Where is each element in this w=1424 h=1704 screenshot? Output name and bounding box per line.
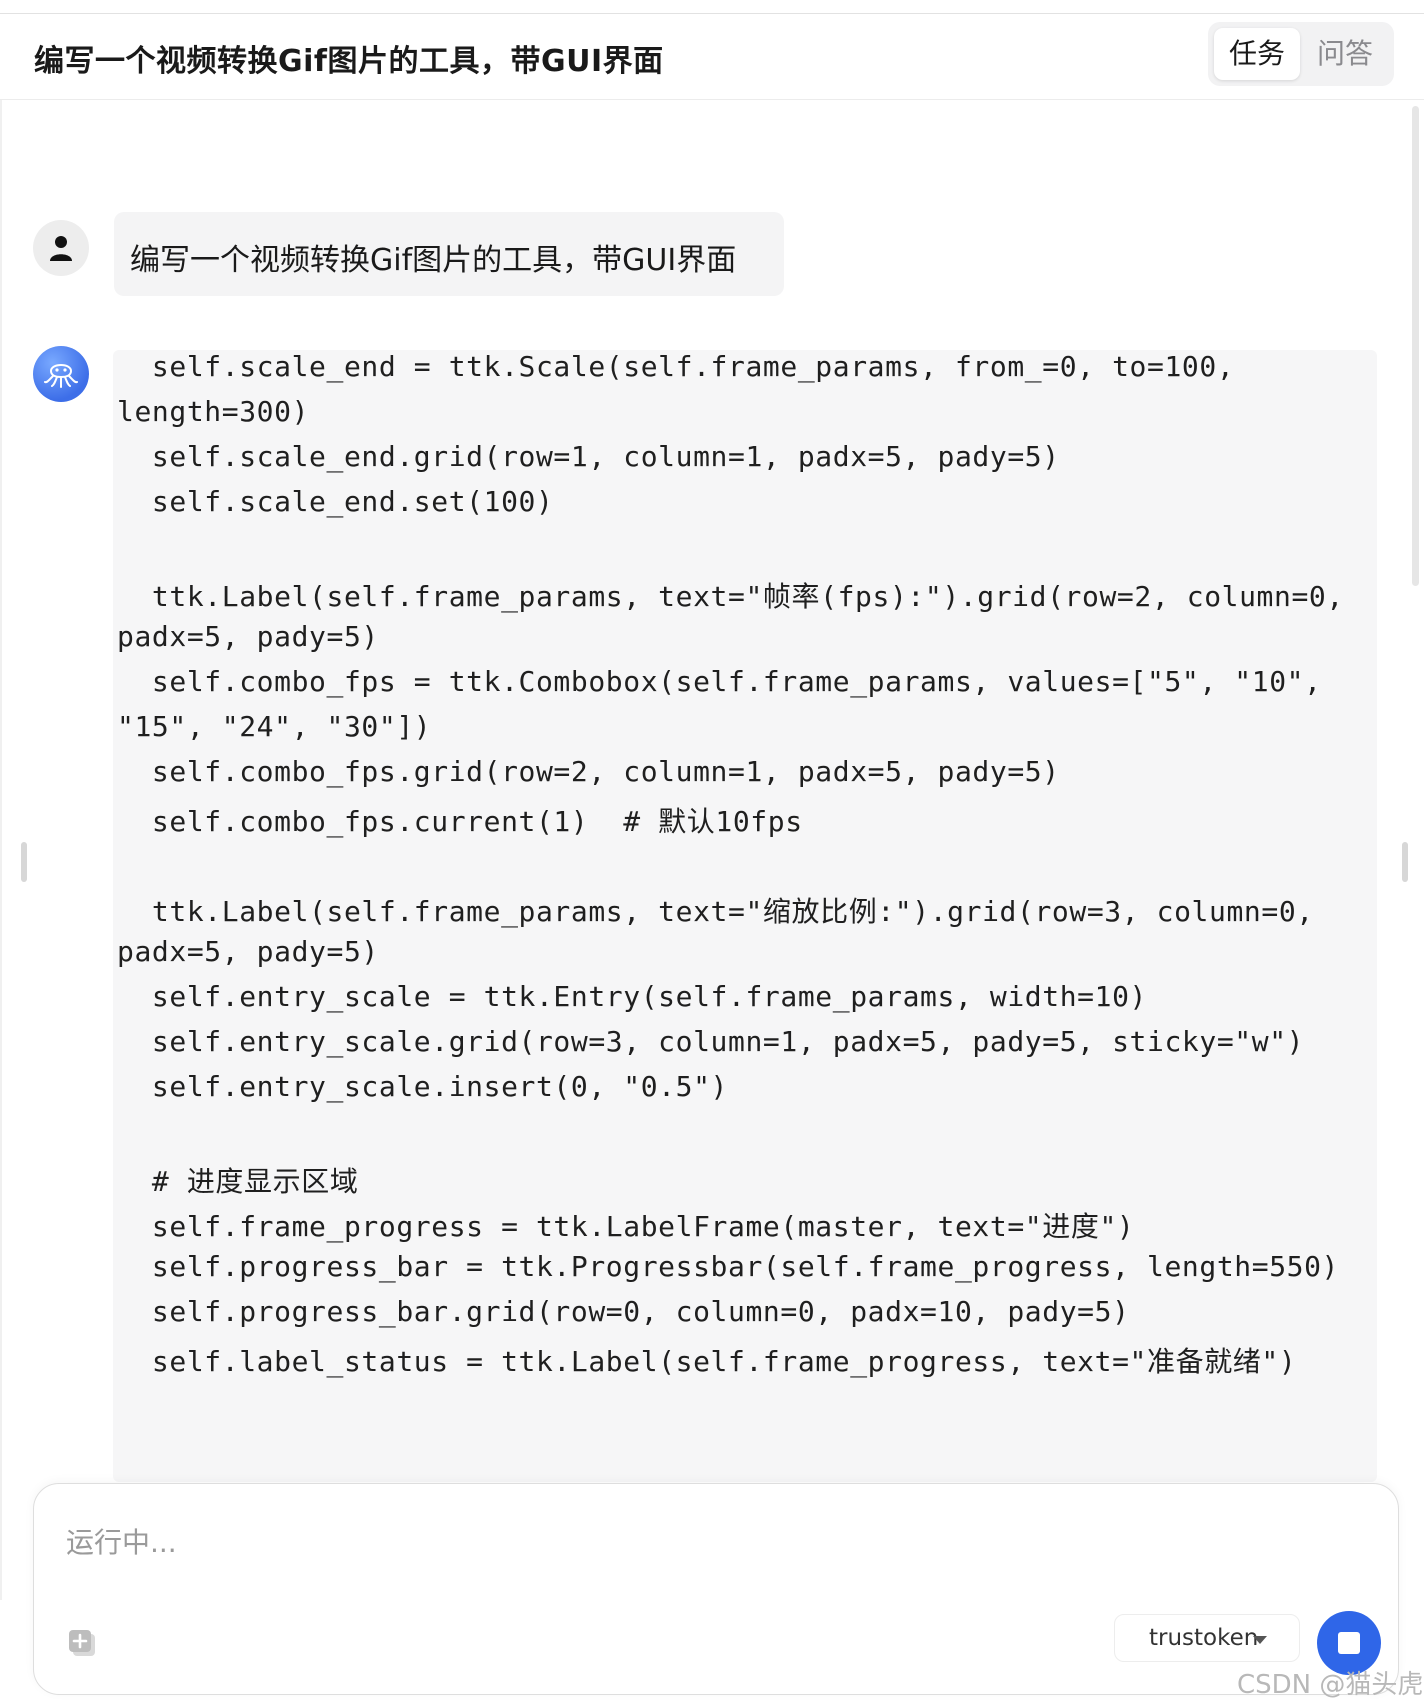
code-line: self.scale_end.set(100) xyxy=(117,485,554,518)
model-select-label: trustoken xyxy=(1149,1625,1259,1651)
code-line: self.label_status = ttk.Label(self.frame… xyxy=(117,1345,1297,1378)
octopus-icon xyxy=(44,364,78,388)
scrollbar[interactable] xyxy=(1412,106,1419,586)
code-line: self.progress_bar = ttk.Progressbar(self… xyxy=(117,1250,1340,1283)
code-line: length=300) xyxy=(117,395,310,428)
code-line: self.entry_scale = ttk.Entry(self.frame_… xyxy=(117,980,1147,1013)
assistant-avatar xyxy=(33,346,89,402)
right-resize-handle[interactable] xyxy=(1402,842,1408,882)
user-avatar xyxy=(33,220,89,276)
chat-header: 编写一个视频转换Gif图片的工具，带GUI界面 任务 问答 xyxy=(0,14,1424,100)
code-block: self.scale_end = ttk.Scale(self.frame_pa… xyxy=(113,350,1377,1482)
add-attachment-icon[interactable] xyxy=(68,1629,96,1657)
top-border xyxy=(0,0,1424,14)
caret-down-icon xyxy=(1253,1636,1267,1644)
code-line: self.frame_progress = ttk.LabelFrame(mas… xyxy=(117,1210,1135,1243)
watermark: CSDN @猫头虎 xyxy=(1237,1670,1424,1700)
code-line: self.combo_fps.current(1) # 默认10fps xyxy=(117,805,803,838)
code-line: self.entry_scale.grid(row=3, column=1, p… xyxy=(117,1025,1305,1058)
user-message-text: 编写一个视频转换Gif图片的工具，带GUI界面 xyxy=(130,243,737,278)
code-line: ttk.Label(self.frame_params, text="帧率(fp… xyxy=(117,580,1344,613)
code-line: self.combo_fps = ttk.Combobox(self.frame… xyxy=(117,665,1322,698)
left-divider xyxy=(0,100,2,1600)
code-line: # 进度显示区域 xyxy=(117,1165,359,1198)
code-line: self.combo_fps.grid(row=2, column=1, pad… xyxy=(117,755,1060,788)
code-line: ttk.Label(self.frame_params, text="缩放比例:… xyxy=(117,895,1314,928)
code-line: padx=5, pady=5) xyxy=(117,620,379,653)
conversation-title: 编写一个视频转换Gif图片的工具，带GUI界面 xyxy=(34,44,664,79)
tab-qa[interactable]: 问答 xyxy=(1302,28,1388,80)
stop-icon xyxy=(1338,1632,1360,1654)
code-line: self.scale_end.grid(row=1, column=1, pad… xyxy=(117,440,1060,473)
code-line: self.progress_bar.grid(row=0, column=0, … xyxy=(117,1295,1130,1328)
message-input[interactable] xyxy=(66,1520,1166,1564)
message-composer: trustoken xyxy=(33,1483,1399,1695)
user-icon xyxy=(50,236,72,261)
code-line: self.entry_scale.insert(0, "0.5") xyxy=(117,1070,729,1103)
tab-task[interactable]: 任务 xyxy=(1214,28,1300,80)
mode-toggle: 任务 问答 xyxy=(1208,22,1394,86)
model-select[interactable]: trustoken xyxy=(1114,1614,1300,1662)
code-line: padx=5, pady=5) xyxy=(117,935,379,968)
code-line: self.scale_end = ttk.Scale(self.frame_pa… xyxy=(117,350,1235,383)
code-line: "15", "24", "30"]) xyxy=(117,710,432,743)
left-resize-handle[interactable] xyxy=(21,842,27,882)
user-message-bubble: 编写一个视频转换Gif图片的工具，带GUI界面 xyxy=(114,212,784,296)
